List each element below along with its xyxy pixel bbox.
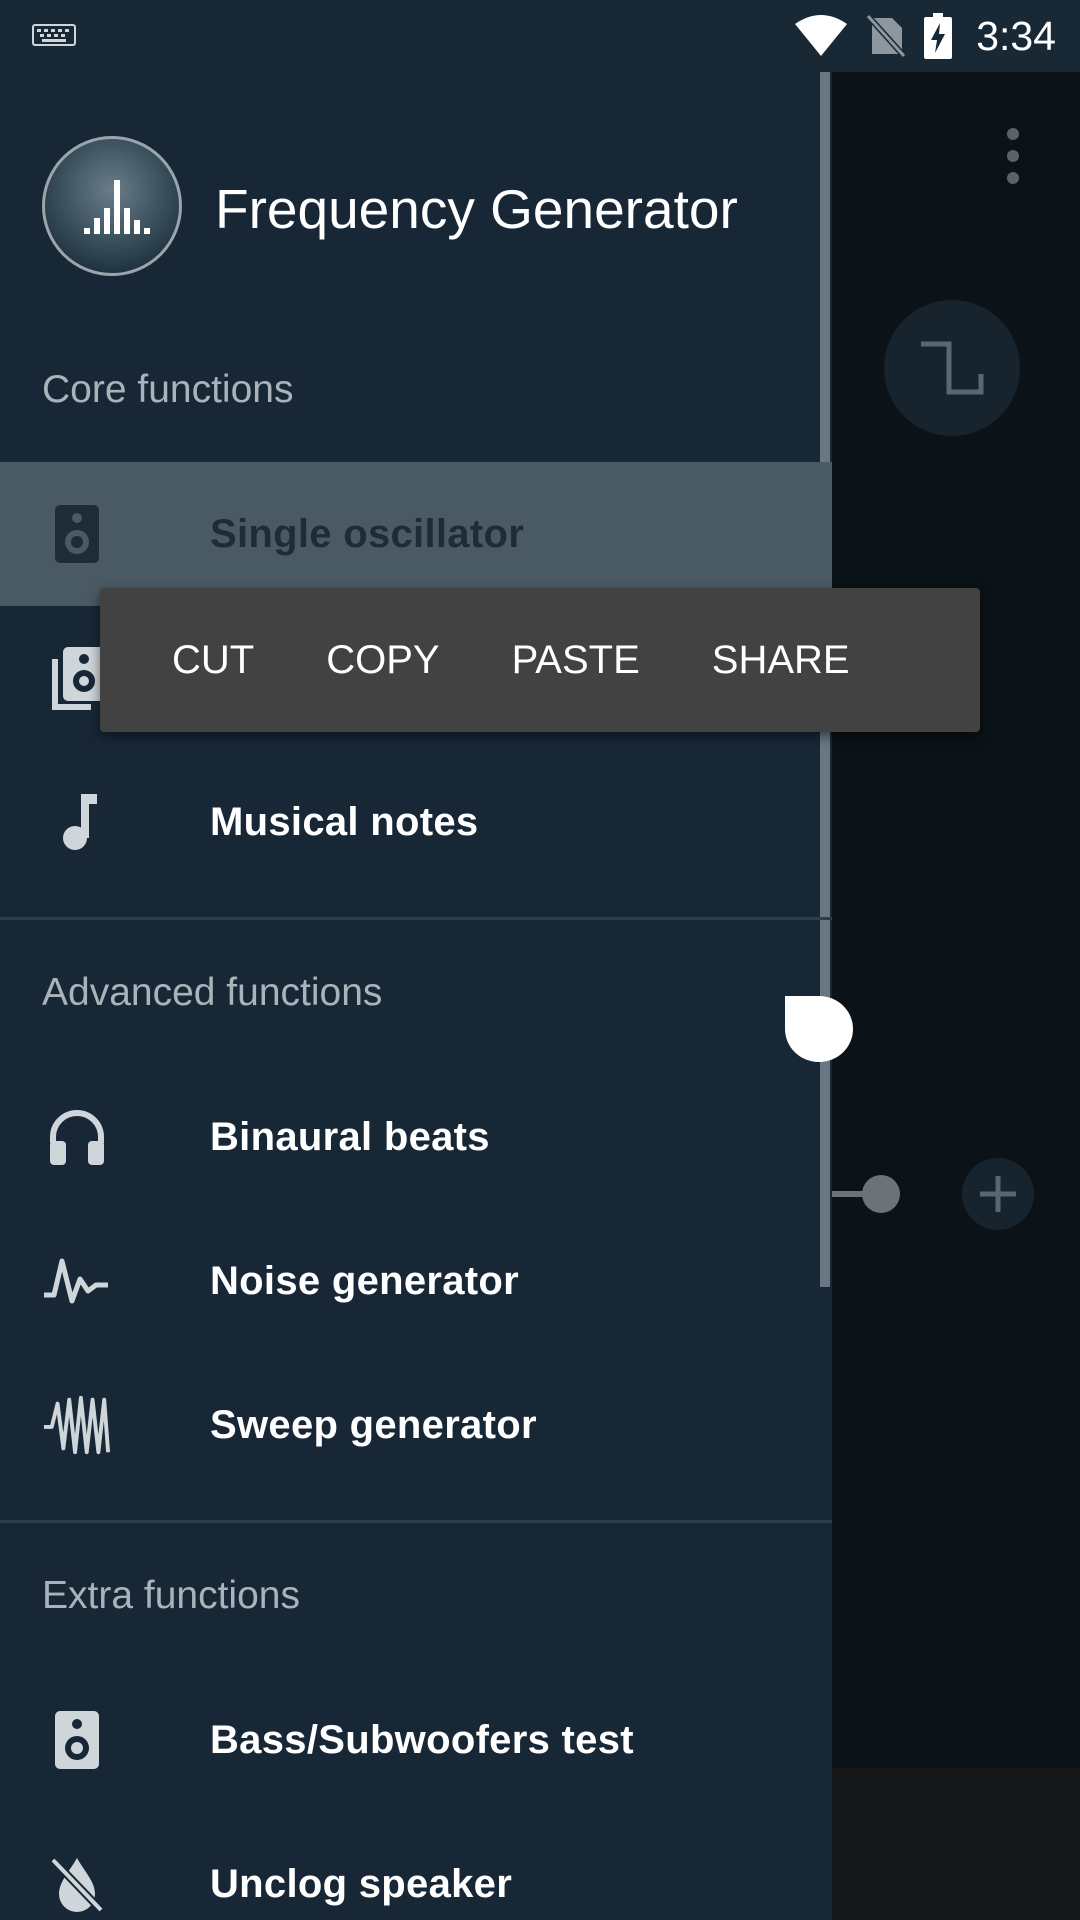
bottom-bar	[832, 1768, 1080, 1920]
navigation-drawer: Frequency Generator Core functions Singl…	[0, 72, 832, 1920]
nav-item-bass-subwoofers-test[interactable]: Bass/Subwoofers test	[0, 1668, 832, 1812]
slider-thumb[interactable]	[862, 1175, 900, 1213]
overflow-menu-icon[interactable]	[995, 128, 1031, 184]
music-note-icon	[42, 787, 112, 857]
nav-item-noise-generator[interactable]: Noise generator	[0, 1209, 832, 1353]
section-title-core: Core functions	[42, 368, 294, 411]
add-button[interactable]	[962, 1158, 1034, 1230]
app-title: Frequency Generator	[215, 178, 738, 240]
nav-item-single-oscillator[interactable]: Single oscillator	[0, 462, 832, 606]
text-selection-toolbar: CUT COPY PASTE SHARE	[100, 588, 980, 732]
section-title-advanced: Advanced functions	[42, 971, 383, 1014]
nav-item-label: Unclog speaker	[210, 1861, 513, 1906]
nav-item-label: Binaural beats	[210, 1114, 490, 1159]
battery-charging-icon	[924, 13, 953, 59]
section-divider	[0, 1520, 832, 1523]
nav-item-sweep-generator[interactable]: Sweep generator	[0, 1353, 832, 1497]
headphones-icon	[42, 1102, 112, 1172]
square-wave-button[interactable]	[884, 300, 1020, 436]
nav-item-label: Single oscillator	[210, 511, 525, 556]
nav-item-unclog-speaker[interactable]: Unclog speaker	[0, 1812, 832, 1920]
nav-item-label: Bass/Subwoofers test	[210, 1717, 634, 1762]
text-selection-handle[interactable]	[785, 996, 853, 1062]
share-button[interactable]: SHARE	[676, 588, 886, 732]
keyboard-icon	[32, 24, 76, 46]
no-sim-icon	[866, 14, 907, 58]
section-title-extra: Extra functions	[42, 1574, 300, 1617]
nav-item-binaural-beats[interactable]: Binaural beats	[0, 1065, 832, 1209]
plus-icon	[980, 1176, 1016, 1212]
noise-wave-icon	[42, 1246, 112, 1316]
sweep-wave-icon	[42, 1390, 112, 1460]
square-wave-icon	[921, 341, 984, 395]
speaker-icon	[42, 499, 112, 569]
cut-button[interactable]: CUT	[100, 588, 290, 732]
app-logo-icon	[42, 136, 182, 276]
water-drop-off-icon	[42, 1849, 112, 1919]
wifi-icon	[795, 15, 848, 56]
status-time: 3:34	[976, 12, 1056, 59]
section-divider	[0, 917, 832, 920]
drawer-header: Frequency Generator	[0, 72, 832, 372]
nav-item-label: Musical notes	[210, 799, 479, 844]
copy-button[interactable]: COPY	[290, 588, 475, 732]
nav-item-label: Sweep generator	[210, 1402, 537, 1447]
nav-item-musical-notes[interactable]: Musical notes	[0, 750, 832, 894]
status-bar: 3:34	[0, 0, 1080, 72]
nav-item-label: Noise generator	[210, 1258, 520, 1303]
paste-button[interactable]: PASTE	[476, 588, 676, 732]
speaker-icon	[42, 1705, 112, 1775]
